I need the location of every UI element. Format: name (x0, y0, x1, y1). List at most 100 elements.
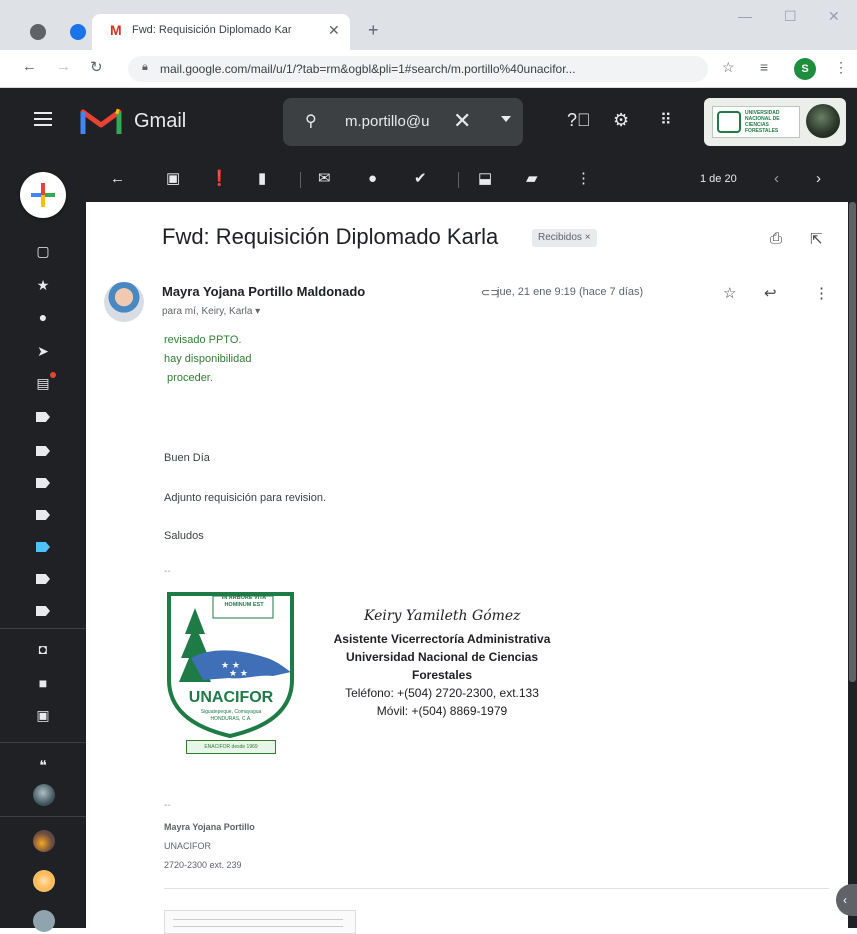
recipients-line[interactable]: para mí, Keiry, Karla ▾ (162, 306, 260, 317)
settings-icon[interactable]: ⚙ (613, 110, 629, 131)
org-logo-text: UNIVERSIDAD NACIONAL DE CIENCIAS FORESTA… (745, 110, 780, 134)
apps-icon[interactable]: ⠿ (660, 110, 672, 130)
search-bar[interactable]: ⚲ m.portillo@u ✕ (283, 98, 523, 146)
signature-separator: -- (164, 566, 171, 577)
reply-icon[interactable]: ↩ (764, 284, 777, 302)
label-icon[interactable] (36, 412, 50, 422)
lock-icon: 🔒︎ (142, 61, 148, 73)
address-row: ← → ↻ 🔒︎ mail.google.com/mail/u/1/?tab=r… (0, 50, 857, 88)
label-icon[interactable] (36, 510, 50, 520)
star-icon[interactable]: ☆ (723, 284, 736, 302)
more-vert-icon[interactable]: ⋮ (814, 284, 829, 302)
browser-tab[interactable]: M Fwd: Requisición Diplomado Kar ✕ (92, 14, 350, 50)
window-dot-icon[interactable] (70, 24, 86, 40)
search-icon[interactable]: ⚲ (305, 111, 317, 131)
print-icon[interactable]: ⎙ (770, 230, 782, 247)
org-emblem-icon (717, 111, 741, 133)
help-icon[interactable]: ?⃝ (567, 110, 591, 131)
more-vert-icon[interactable]: ⋮ (576, 171, 591, 187)
window-close-icon[interactable]: ✕ (828, 8, 840, 25)
rail-divider (0, 742, 86, 743)
maximize-icon[interactable]: ☐ (784, 8, 797, 25)
label-icon[interactable] (36, 446, 50, 456)
toolbar-separator (458, 172, 459, 188)
compose-button[interactable] (20, 172, 66, 218)
attachment-preview[interactable] (164, 910, 356, 934)
account-avatar[interactable] (806, 104, 840, 138)
meet-video-icon[interactable]: ■ (36, 676, 50, 690)
rail-divider (0, 816, 86, 817)
signature2-name: Mayra Yojana Portillo (164, 822, 255, 832)
label-icon[interactable] (36, 574, 50, 584)
emblem-name: UNACIFOR (188, 689, 274, 706)
message-date: jue, 21 ene 9:19 (hace 7 días) (497, 286, 644, 298)
pager-text: 1 de 20 (700, 173, 737, 185)
body-closing: Saludos (164, 530, 204, 542)
newer-icon[interactable]: ‹ (774, 171, 779, 187)
label-icon[interactable] (36, 478, 50, 488)
older-icon[interactable]: › (816, 171, 821, 187)
signature-org-line2: Forestales (411, 668, 473, 682)
address-bar[interactable]: 🔒︎ mail.google.com/mail/u/1/?tab=rm&ogbl… (128, 56, 708, 82)
signature-phone: Teléfono: +(504) 2720-2300, ext.133 (345, 686, 539, 700)
add-task-icon[interactable]: ✔ (414, 171, 427, 187)
reply-line: proceder. (164, 372, 213, 384)
menu-icon[interactable] (34, 112, 52, 126)
signature-separator: -- (164, 800, 171, 811)
label-icon[interactable] (36, 542, 50, 552)
browser-menu-icon[interactable]: ⋮ (834, 59, 848, 76)
gmail-logo-icon[interactable] (80, 106, 122, 136)
reading-list-icon[interactable]: ≡ (760, 59, 768, 75)
tab-close-icon[interactable]: ✕ (328, 22, 340, 39)
left-rail: ▢ ★ ● ➤ ▤ ◘ ■ ▣ ❝ (0, 158, 86, 932)
snooze-icon[interactable]: ● (368, 171, 377, 187)
tab-title: Fwd: Requisición Diplomado Kar (132, 24, 292, 36)
label-icon[interactable]: ▰ (526, 171, 538, 187)
clear-search-icon[interactable]: ✕ (453, 108, 471, 134)
contact-avatar[interactable] (33, 784, 55, 806)
archive-icon[interactable]: ▣ (166, 171, 180, 187)
new-tab-icon[interactable]: + (368, 20, 379, 41)
back-arrow-icon[interactable]: ← (110, 171, 125, 187)
browser-profile-avatar[interactable]: S (794, 58, 816, 80)
inbox-label-chip[interactable]: Recibidos × (532, 229, 597, 247)
reload-icon[interactable]: ↻ (90, 58, 103, 76)
gmail-wordmark: Gmail (134, 110, 187, 132)
drafts-icon[interactable]: ▤ (36, 376, 50, 390)
mark-unread-icon[interactable]: ✉ (318, 171, 331, 187)
message-toolbar: ← ▣ ❗ ▮ ✉ ● ✔ ⬓ ▰ ⋮ 1 de 20 ‹ › (86, 158, 857, 202)
bookmark-star-icon[interactable]: ☆ (722, 59, 735, 76)
meet-new-icon[interactable]: ◘ (36, 642, 50, 656)
emblem-country: HONDURAS, C.A. (210, 716, 252, 722)
move-to-icon[interactable]: ⬓ (478, 171, 492, 187)
sender-avatar[interactable] (104, 282, 144, 322)
compose-plus-icon (41, 183, 45, 207)
contact-avatar[interactable] (33, 910, 55, 932)
emblem-motto: IN ARBORE VITA HOMINUM EST (221, 595, 267, 608)
open-new-window-icon[interactable]: ⇱ (810, 230, 823, 248)
starred-icon[interactable]: ★ (36, 278, 50, 292)
calendar-icon[interactable]: ▣ (36, 708, 50, 722)
browser-forward-icon[interactable]: → (56, 58, 71, 75)
label-icon[interactable] (36, 606, 50, 616)
org-logo-box: UNIVERSIDAD NACIONAL DE CIENCIAS FORESTA… (712, 106, 800, 138)
snoozed-icon[interactable]: ● (36, 310, 50, 324)
search-input[interactable]: m.portillo@u (345, 113, 431, 130)
reply-line: revisado PPTO. (164, 334, 242, 346)
sender-name[interactable]: Mayra Yojana Portillo Maldonado (162, 284, 365, 299)
browser-back-icon[interactable]: ← (22, 58, 37, 75)
contact-avatar[interactable] (33, 830, 55, 852)
minimize-icon[interactable]: — (738, 8, 752, 24)
organization-logo[interactable]: UNIVERSIDAD NACIONAL DE CIENCIAS FORESTA… (704, 98, 846, 146)
contact-avatar[interactable] (33, 870, 55, 892)
url-text[interactable]: mail.google.com/mail/u/1/?tab=rm&ogbl&pl… (160, 62, 695, 76)
inbox-icon[interactable]: ▢ (36, 244, 50, 258)
spam-icon[interactable]: ❗ (210, 171, 229, 187)
hangouts-icon[interactable]: ❝ (36, 758, 50, 772)
window-dot-icon[interactable] (30, 24, 46, 40)
delete-icon[interactable]: ▮ (258, 171, 266, 187)
search-options-icon[interactable] (501, 116, 511, 122)
scrollbar[interactable] (848, 202, 857, 928)
scrollbar-thumb[interactable] (849, 202, 856, 682)
sent-icon[interactable]: ➤ (36, 344, 50, 358)
